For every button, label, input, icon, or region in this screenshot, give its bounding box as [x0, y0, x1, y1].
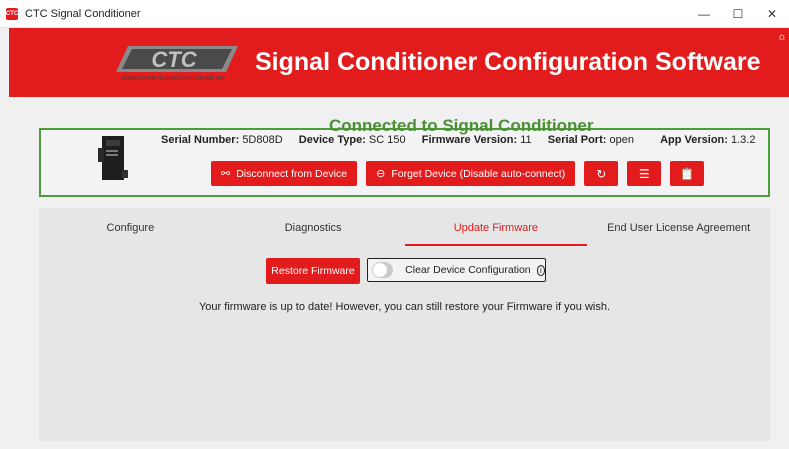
clear-config-toggle[interactable]: [372, 262, 394, 278]
theme-toggle-icon[interactable]: ☼: [777, 31, 789, 43]
tab-eula[interactable]: End User License Agreement: [587, 222, 770, 246]
close-button[interactable]: ✕: [755, 0, 789, 28]
list-button[interactable]: ☰: [627, 161, 662, 186]
refresh-button[interactable]: ↻: [584, 161, 619, 186]
app-version-label: App Version:: [660, 134, 728, 146]
clipboard-button[interactable]: 📋: [670, 161, 705, 186]
logo-text: CTC: [151, 47, 197, 72]
ctc-logo: CTC CONNECTION TECHNOLOGY CENTER, INC.: [116, 46, 238, 82]
device-image: [98, 136, 128, 180]
device-type-label: Device Type:: [298, 134, 366, 146]
connection-panel: Connected to Signal Conditioner Serial N…: [39, 116, 770, 197]
clear-config-label: Clear Device Configuration: [405, 264, 531, 276]
window-titlebar: CTC CTC Signal Conditioner — ☐ ✕: [0, 0, 789, 28]
connection-status-title: Connected to Signal Conditioner: [329, 116, 594, 135]
window-controls: — ☐ ✕: [687, 0, 789, 28]
window-title: CTC Signal Conditioner: [25, 7, 141, 20]
firmware-version-value: 11: [520, 134, 532, 146]
tab-update-firmware[interactable]: Update Firmware: [404, 222, 588, 246]
serial-number-label: Serial Number:: [161, 134, 240, 146]
tab-diagnostics[interactable]: Diagnostics: [222, 222, 405, 246]
device-type-value: SC 150: [368, 134, 406, 146]
logo-subtext: CONNECTION TECHNOLOGY CENTER, INC.: [122, 76, 227, 82]
connection-actions: ⚯ Disconnect from Device ⊖ Forget Device…: [211, 161, 705, 186]
serial-port-label: Serial Port:: [547, 134, 607, 146]
firmware-status-message: Your firmware is up to date! However, yo…: [198, 301, 611, 313]
forget-device-button-label: Forget Device (Disable auto-connect): [391, 167, 566, 180]
refresh-icon: ↻: [596, 166, 607, 181]
app-icon: CTC: [6, 7, 18, 20]
minus-circle-icon: ⊖: [376, 168, 386, 180]
tab-bar: Configure Diagnostics Update Firmware En…: [39, 222, 770, 246]
minimize-button[interactable]: —: [687, 0, 721, 28]
restore-firmware-button[interactable]: Restore Firmware: [266, 258, 360, 284]
clipboard-icon: 📋: [679, 166, 695, 181]
app-version-value: 1.3.2: [731, 134, 756, 146]
list-icon: ☰: [638, 166, 650, 181]
disconnect-button[interactable]: ⚯ Disconnect from Device: [211, 161, 358, 186]
app-header: CTC CONNECTION TECHNOLOGY CENTER, INC. S…: [9, 28, 789, 97]
maximize-button[interactable]: ☐: [721, 0, 755, 28]
device-info-row: Serial Number: 5D808D Device Type: SC 15…: [161, 134, 755, 146]
info-icon[interactable]: i: [536, 264, 545, 276]
firmware-version-label: Firmware Version:: [421, 134, 518, 146]
serial-number-value: 5D808D: [242, 134, 283, 146]
unplug-icon: ⚯: [221, 168, 231, 180]
serial-port-value: open: [609, 134, 634, 146]
main-card: Configure Diagnostics Update Firmware En…: [39, 208, 770, 441]
disconnect-button-label: Disconnect from Device: [236, 167, 348, 180]
tab-configure[interactable]: Configure: [39, 222, 222, 246]
toggle-knob: [373, 263, 387, 277]
clear-config-toggle-group[interactable]: Clear Device Configuration i: [367, 258, 546, 282]
page-title: Signal Conditioner Configuration Softwar…: [255, 48, 761, 76]
forget-device-button[interactable]: ⊖ Forget Device (Disable auto-connect): [366, 161, 576, 186]
